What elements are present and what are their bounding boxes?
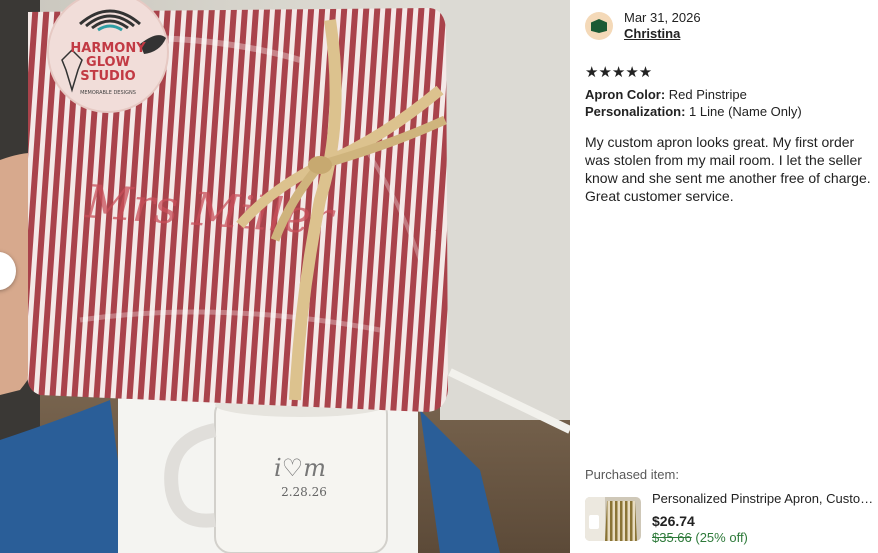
logo-line-3: STUDIO — [80, 69, 135, 84]
review-text: My custom apron looks great. My first or… — [585, 134, 871, 204]
detail-apron-color: Apron Color: Red Pinstripe — [585, 87, 747, 102]
logo-line-1: HARMONY — [70, 41, 146, 56]
detail-label: Personalization: — [585, 104, 686, 119]
thumbnail-image — [585, 497, 641, 541]
reviewer-avatar[interactable] — [585, 12, 613, 40]
purchased-item-thumbnail[interactable] — [585, 497, 641, 541]
purchased-item-original-price: $35.66 (25% off) — [652, 530, 748, 545]
review-panel: Mar 31, 2026 Christina ★★★★★ Apron Color… — [570, 0, 878, 553]
discount: (25% off) — [691, 530, 748, 545]
logo-line-2: GLOW — [86, 55, 130, 70]
avatar-icon — [591, 19, 607, 33]
review-date: Mar 31, 2026 — [624, 10, 701, 25]
photo-illustration: Mrs Miller HARMONY GLOW STUDIO MEMORABLE… — [0, 0, 570, 553]
purchased-item-title-link[interactable]: Personalized Pinstripe Apron, Custom Apr… — [652, 491, 878, 506]
original-price: $35.66 — [652, 530, 692, 545]
reviewer-name-link[interactable]: Christina — [624, 26, 680, 41]
logo-tagline: MEMORABLE DESIGNS — [80, 90, 136, 96]
star-rating: ★★★★★ — [585, 64, 653, 81]
detail-label: Apron Color: — [585, 87, 666, 102]
detail-value: 1 Line (Name Only) — [685, 104, 802, 119]
review-photo[interactable]: Mrs Miller HARMONY GLOW STUDIO MEMORABLE… — [0, 0, 570, 553]
purchased-item-price: $26.74 — [652, 513, 695, 529]
detail-personalization: Personalization: 1 Line (Name Only) — [585, 104, 802, 119]
mug-date: 2.28.26 — [281, 485, 327, 499]
mug-monogram: i♡m — [274, 454, 326, 482]
detail-value: Red Pinstripe — [665, 87, 747, 102]
purchased-item-label: Purchased item: — [585, 467, 679, 482]
